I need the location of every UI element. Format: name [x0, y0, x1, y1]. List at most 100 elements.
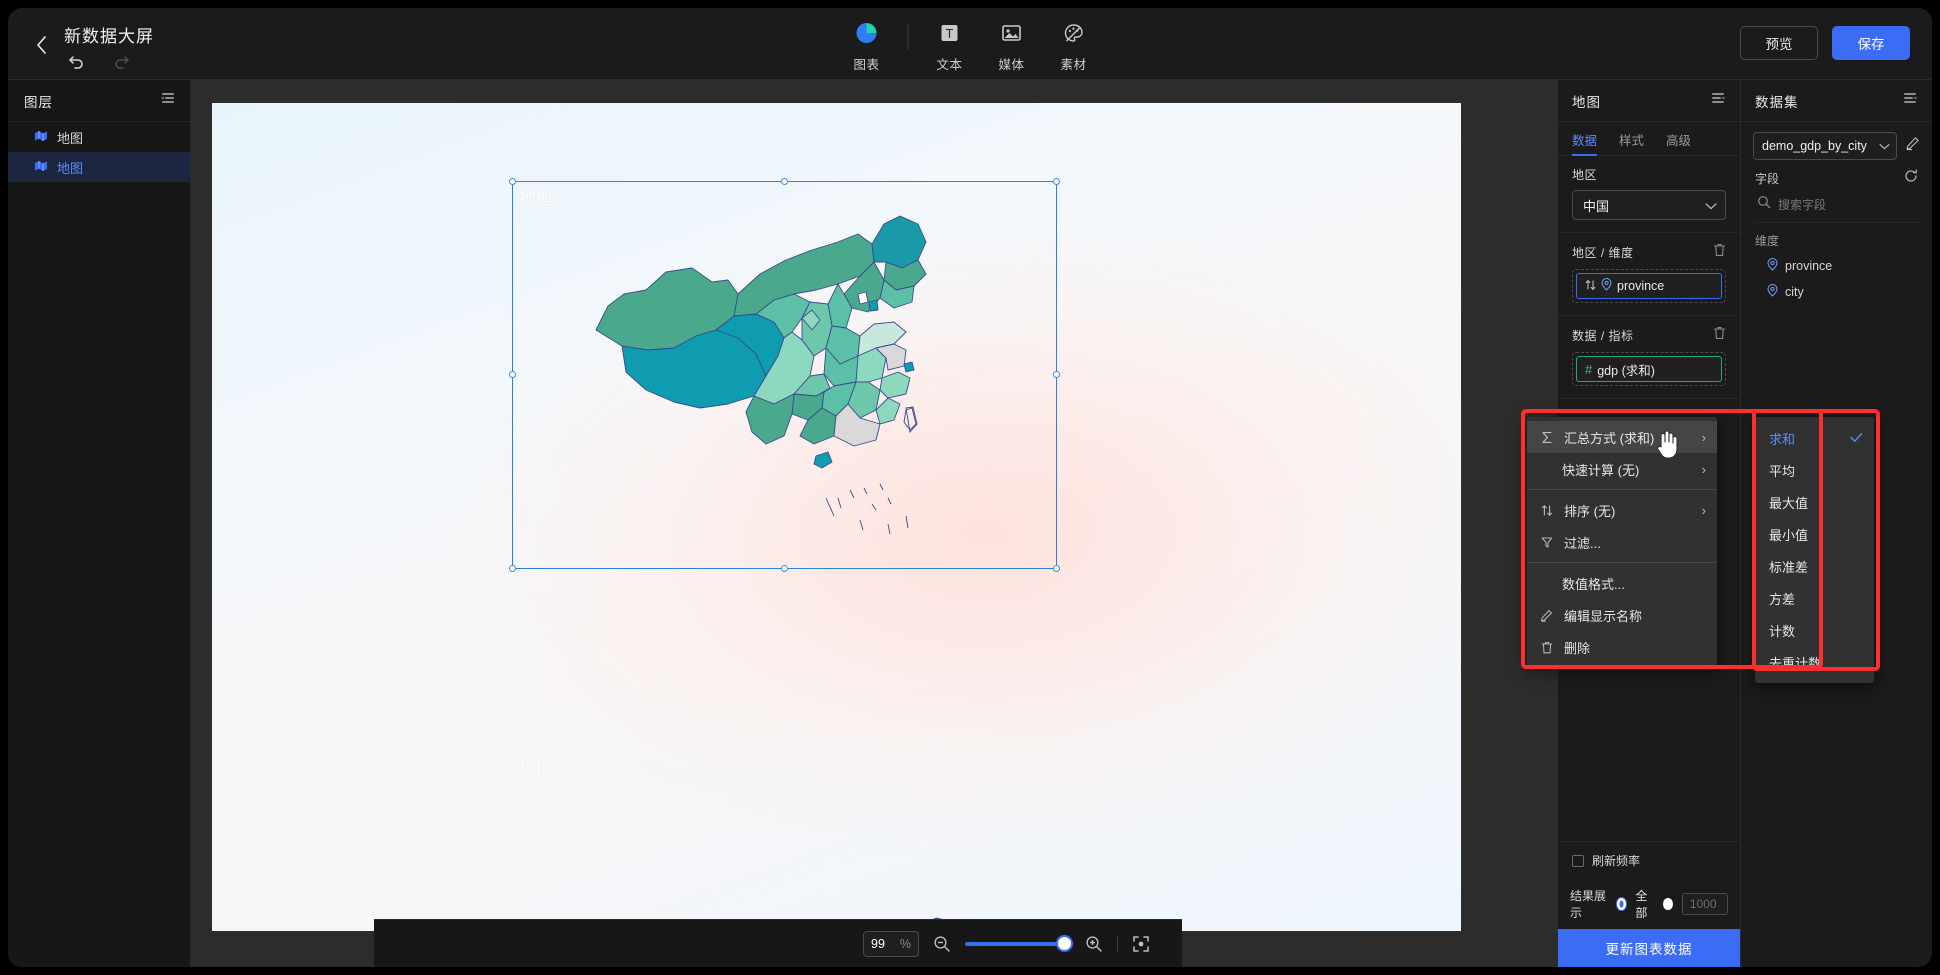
canvas-board[interactable]: 地图 地图 [212, 103, 1461, 958]
undo-icon[interactable] [66, 50, 88, 72]
text-t-icon: T [939, 22, 961, 49]
update-chart-data-button[interactable]: 更新图表数据 [1558, 929, 1740, 967]
zoom-slider[interactable] [965, 934, 1073, 952]
menu-item-number-format[interactable]: 数值格式... [1527, 567, 1717, 599]
dataset-field-city[interactable]: city [1753, 279, 1920, 305]
tool-text[interactable]: T 文本 [919, 18, 981, 73]
resize-handle-w[interactable] [509, 371, 516, 378]
tab-style[interactable]: 样式 [1619, 122, 1644, 155]
china-map-chart[interactable] [588, 198, 988, 558]
submenu-item-avg[interactable]: 平均 [1755, 454, 1874, 486]
metric-slot[interactable]: # gdp (求和) [1572, 352, 1726, 386]
metric-chip-label: gdp (求和) [1597, 363, 1655, 378]
submenu-item-count[interactable]: 计数 [1755, 614, 1874, 646]
menu-item-sort[interactable]: 排序 (无) › [1527, 494, 1717, 526]
menu-item-quick-calc[interactable]: 快速计算 (无) › [1527, 453, 1717, 485]
submenu-item-label: 最小值 [1769, 527, 1809, 543]
aggregation-submenu[interactable]: 求和 平均 最大值 最小值 标准差 方差 计数 去重计数 [1755, 417, 1874, 683]
resize-handle-sw[interactable] [509, 565, 516, 572]
result-all-label: 全部 [1635, 889, 1648, 920]
dataset-select[interactable]: demo_gdp_by_city [1753, 132, 1897, 160]
resize-handle-nw[interactable] [509, 178, 516, 185]
collapse-panel-icon[interactable] [1902, 91, 1918, 110]
submenu-item-sum[interactable]: 求和 [1755, 422, 1874, 454]
topbar-actions: 预览 保存 [1740, 26, 1910, 60]
collapse-panel-icon[interactable] [160, 91, 176, 110]
toolbar-divider [907, 24, 909, 50]
menu-item-label: 过滤... [1564, 535, 1601, 551]
top-bar: 新数据大屏 图表 T 文本 媒体 素材 预览 保存 [8, 8, 1932, 80]
refresh-rate-checkbox[interactable] [1572, 854, 1584, 867]
tool-material[interactable]: 素材 [1043, 18, 1105, 73]
resize-handle-se[interactable] [1053, 565, 1060, 572]
resize-handle-ne[interactable] [1053, 178, 1060, 185]
fit-to-screen-icon[interactable] [1132, 935, 1150, 953]
trash-icon[interactable] [1713, 243, 1726, 262]
refresh-rate-row[interactable]: 刷新频率 [1558, 841, 1740, 879]
zoom-value: 99 [871, 936, 885, 951]
hash-icon: # [1585, 361, 1593, 377]
tool-media-label: 媒体 [998, 58, 1025, 72]
save-button[interactable]: 保存 [1832, 26, 1910, 60]
dataset-field-province[interactable]: province [1753, 253, 1920, 279]
menu-item-aggregation[interactable]: 汇总方式 (求和) › [1527, 421, 1717, 453]
layers-panel: 图层 地图 地图 [8, 80, 191, 967]
layer-item-0[interactable]: 地图 [8, 122, 190, 152]
back-button[interactable] [26, 30, 56, 60]
pencil-icon[interactable] [1905, 136, 1920, 156]
resize-handle-e[interactable] [1053, 371, 1060, 378]
menu-item-label: 排序 (无) [1564, 503, 1616, 519]
pencil-icon [1539, 609, 1554, 622]
submenu-item-variance[interactable]: 方差 [1755, 582, 1874, 614]
preview-button[interactable]: 预览 [1740, 26, 1818, 60]
config-tabs: 数据 样式 高级 [1558, 122, 1740, 156]
map-layer-icon [34, 160, 48, 175]
config-header: 地图 [1558, 80, 1740, 122]
result-all-radio[interactable] [1616, 898, 1627, 910]
chart-two-title: 地图 [520, 761, 555, 778]
menu-item-edit-display-name[interactable]: 编辑显示名称 [1527, 599, 1717, 631]
trash-icon[interactable] [1713, 326, 1726, 345]
canvas-area[interactable]: 地图 地图 99 % [191, 80, 1557, 967]
tab-data[interactable]: 数据 [1572, 122, 1598, 156]
metric-chip-gdp[interactable]: # gdp (求和) [1576, 356, 1722, 382]
submenu-item-distinct-count[interactable]: 去重计数 [1755, 646, 1874, 678]
zoom-slider-knob[interactable] [1056, 934, 1073, 952]
result-display-label: 结果展示 [1570, 889, 1607, 920]
chevron-down-icon [1705, 198, 1717, 213]
zoom-in-icon[interactable] [1085, 935, 1103, 953]
tool-chart[interactable]: 图表 [836, 18, 898, 73]
dimension-slot[interactable]: province [1572, 269, 1726, 303]
submenu-item-max[interactable]: 最大值 [1755, 486, 1874, 518]
zoom-out-icon[interactable] [933, 935, 951, 953]
image-icon [1001, 22, 1023, 49]
layer-item-1[interactable]: 地图 [8, 152, 190, 182]
refresh-icon[interactable] [1904, 169, 1918, 188]
tab-advanced[interactable]: 高级 [1666, 122, 1691, 155]
trash-icon [1539, 641, 1554, 654]
result-limit-radio[interactable] [1663, 898, 1673, 910]
dataset-body: demo_gdp_by_city 字段 搜索字段 维度 province cit… [1741, 122, 1932, 305]
resize-handle-s[interactable] [780, 565, 788, 572]
zoom-input[interactable]: 99 % [863, 930, 919, 957]
dimension-chip-label: province [1617, 279, 1665, 293]
collapse-panel-icon[interactable] [1710, 91, 1726, 110]
redo-icon[interactable] [110, 50, 132, 72]
menu-item-filter[interactable]: 过滤... [1527, 526, 1717, 558]
tool-media[interactable]: 媒体 [981, 18, 1043, 73]
submenu-item-label: 计数 [1769, 623, 1796, 639]
menu-item-delete[interactable]: 删除 [1527, 631, 1717, 663]
chart-one-title: 地图 [520, 188, 555, 205]
field-search-input[interactable]: 搜索字段 [1753, 190, 1920, 223]
app-window: 新数据大屏 图表 T 文本 媒体 素材 预览 保存 图层 地图 地图 地图 地图… [8, 8, 1932, 967]
resize-handle-n[interactable] [780, 178, 788, 185]
metric-context-menu[interactable]: 汇总方式 (求和) › 快速计算 (无) › 排序 (无) › 过滤... 数值… [1527, 417, 1717, 667]
dimension-chip-province[interactable]: province [1576, 273, 1722, 299]
submenu-item-stddev[interactable]: 标准差 [1755, 550, 1874, 582]
submenu-item-min[interactable]: 最小值 [1755, 518, 1874, 550]
tool-material-label: 素材 [1060, 58, 1087, 72]
submenu-item-label: 平均 [1769, 463, 1796, 479]
result-limit-input[interactable]: 1000 [1681, 893, 1728, 915]
dimension-section: 地区 / 维度 province [1558, 233, 1740, 316]
region-select[interactable]: 中国 [1572, 190, 1726, 220]
